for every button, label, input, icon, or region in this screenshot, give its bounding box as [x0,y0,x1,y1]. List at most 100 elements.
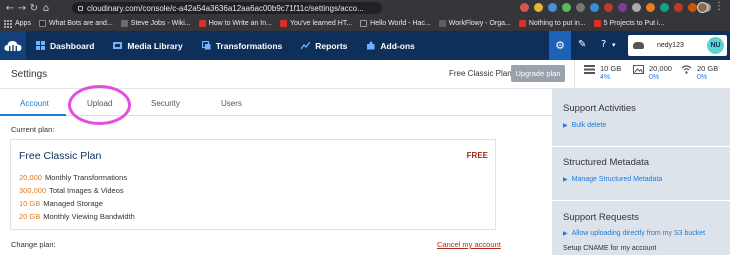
app-header: Dashboard Media Library Transformations [0,31,730,60]
help-icon[interactable]: ? [601,39,606,50]
extension-icon[interactable] [674,3,683,12]
media-library-icon [113,42,123,49]
main-nav: Dashboard Media Library Transformations [36,31,434,60]
bookmark-apps[interactable]: Apps [4,19,31,28]
extension-icon[interactable] [562,3,571,12]
bookmark-item[interactable]: How to Write an In... [198,20,272,27]
address-bar[interactable]: cloudinary.com/console/c-a42a54a3636a12a… [72,2,382,14]
usage-storage: 10 GB 4% [584,64,621,83]
upgrade-plan-button[interactable]: Upgrade plan [511,65,565,82]
usage-transformations: 20,000 0% [633,64,672,83]
extension-icon[interactable] [590,3,599,12]
back-icon[interactable]: ← [4,3,16,14]
dashboard-icon [36,41,45,50]
annotation-circle [68,85,131,125]
extension-icon[interactable] [618,3,627,12]
bookmark-favicon-icon [120,20,128,27]
link-label: Allow uploading directly from my S3 buck… [571,230,706,237]
divider [574,60,575,89]
plan-feature: 20 GB Monthly Viewing Bandwidth [19,212,135,221]
add-ons-icon [367,41,375,50]
manage-structured-metadata-link[interactable]: ▶ Manage Structured Metadata [563,176,662,183]
extension-icon[interactable] [688,3,697,12]
bookmark-item[interactable]: What Bots are and... [38,20,113,27]
extension-icon[interactable] [646,3,655,12]
link-label: Manage Structured Metadata [571,176,663,183]
browser-menu-icon[interactable]: ⋮ [714,1,724,12]
feature-number: 20 GB [19,212,41,221]
bookmark-item[interactable]: Steve Jobs - Wiki... [120,20,191,27]
usage-value: 20,000 [649,64,672,73]
bookmark-label: Apps [15,20,31,27]
tab-users[interactable]: Users [221,99,242,108]
bulk-delete-link[interactable]: ▶ Bulk delete [563,122,606,129]
lock-icon [78,5,83,11]
cancel-account-link[interactable]: Cancel my account [437,240,501,249]
nav-transformations[interactable]: Transformations [201,41,282,51]
caret-right-icon: ▶ [563,231,568,237]
nav-reports[interactable]: Reports [301,41,347,51]
extension-icon[interactable] [576,3,585,12]
bookmarks-bar: Apps What Bots are and... Steve Jobs - W… [0,16,730,31]
allow-s3-upload-link[interactable]: ▶ Allow uploading directly from my S3 buc… [563,230,705,237]
structured-metadata-heading: Structured Metadata [563,157,650,168]
extension-icon[interactable] [520,3,529,12]
caret-right-icon: ▶ [563,177,568,183]
settings-gear-button[interactable]: ⚙ [549,31,571,60]
sidebar: Support Activities ▶ Bulk delete Structur… [552,89,730,255]
notifications-icon[interactable]: ✎ [578,39,586,50]
feature-number: 10 GB [19,199,41,208]
bookmark-label: WorkFlowy - Orga... [448,20,511,27]
nav-add-ons[interactable]: Add-ons [366,41,415,51]
current-plan-name: Free Classic Plan [449,69,512,78]
settings-header: Settings Free Classic Plan Upgrade plan … [0,60,730,89]
page-title: Settings [11,69,48,80]
feature-text: Managed Storage [43,199,103,208]
plan-card-title: Free Classic Plan [19,150,102,162]
bookmark-item[interactable]: You've learned HT... [279,20,352,27]
home-icon[interactable]: ⌂ [40,3,52,14]
gear-icon: ⚙ [555,39,565,52]
transformations-icon [201,41,211,50]
bookmark-favicon-icon [38,20,46,27]
cloud-icon [633,42,644,49]
extension-icon[interactable] [660,3,669,12]
bookmark-label: 5 Projects to Put i... [603,20,665,27]
extension-icon[interactable] [534,3,543,12]
current-plan-label: Current plan: [11,125,55,134]
image-icon [633,65,644,74]
extension-icon[interactable] [632,3,641,12]
cloudinary-logo[interactable] [0,31,26,60]
bookmark-item[interactable]: Nothing to put in... [518,20,586,27]
nav-label: Media Library [127,40,183,51]
reload-icon[interactable]: ↻ [28,3,40,14]
bookmark-favicon-icon [518,20,526,27]
feature-text: Monthly Transformations [44,173,128,182]
bookmark-label: How to Write an In... [208,20,272,27]
address-bar-url[interactable]: cloudinary.com/console/c-a42a54a3636a12a… [87,4,364,13]
usage-percent: 0% [697,74,708,81]
extension-icon[interactable] [604,3,613,12]
usage-percent: 4% [600,74,611,81]
tab-account[interactable]: Account [20,99,49,108]
active-tab-indicator [0,114,66,116]
bookmark-item[interactable]: Hello World - Hac... [360,20,431,27]
avatar[interactable]: NU [707,37,724,54]
browser-toolbar: ← → ↻ ⌂ cloudinary.com/console/c-a42a54a… [0,0,730,16]
usage-bandwidth: 20 GB 0% [681,64,718,83]
support-requests-heading: Support Requests [563,212,640,223]
bookmark-item[interactable]: 5 Projects to Put i... [593,20,665,27]
help-chevron-down-icon[interactable]: ▾ [612,41,616,49]
setup-cname-text[interactable]: Setup CNAME for my account [563,245,656,252]
nav-label: Dashboard [50,40,95,51]
bookmark-item[interactable]: WorkFlowy - Orga... [438,20,511,27]
feature-text: Monthly Viewing Bandwidth [43,212,135,221]
browser-profile-avatar[interactable] [697,2,708,13]
divider [552,146,730,147]
tab-security[interactable]: Security [151,99,180,108]
nav-media-library[interactable]: Media Library [113,40,183,51]
account-switcher[interactable]: nedy123 NU [628,35,727,56]
nav-dashboard[interactable]: Dashboard [36,41,94,51]
extension-icon[interactable] [548,3,557,12]
forward-icon[interactable]: → [16,3,28,14]
